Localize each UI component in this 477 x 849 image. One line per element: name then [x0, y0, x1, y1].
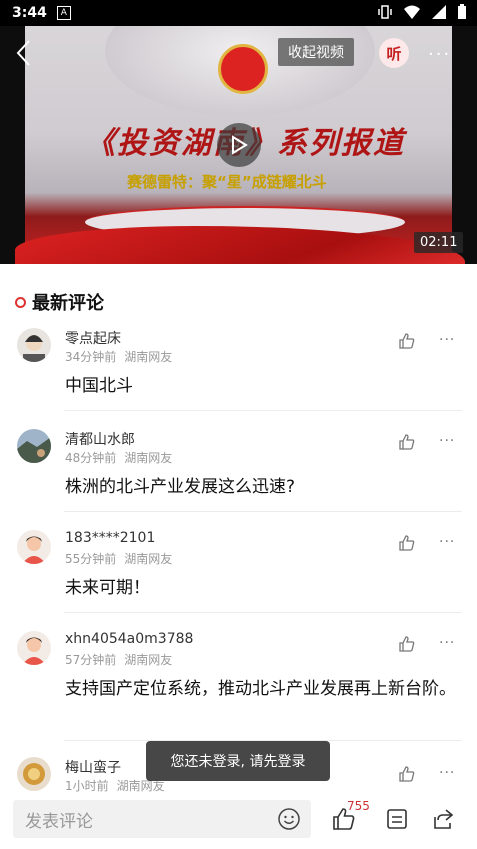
section-title-text: 最新评论 — [32, 293, 104, 314]
vibrate-icon — [378, 5, 392, 19]
comment-location: 湖南网友 — [116, 779, 165, 793]
play-button[interactable] — [217, 123, 261, 167]
comments-list-icon[interactable] — [386, 808, 408, 830]
avatar[interactable] — [17, 429, 51, 463]
comment-time: 57分钟前 — [65, 653, 117, 667]
comment-more-button[interactable]: ··· — [439, 332, 455, 348]
comment-location: 湖南网友 — [124, 552, 173, 566]
status-bar: 3:44 A — [0, 0, 477, 26]
comment-location: 湖南网友 — [124, 653, 173, 667]
video-emblem — [218, 44, 268, 94]
comment-time: 55分钟前 — [65, 552, 117, 566]
collapse-video-button[interactable]: 收起视频 — [278, 38, 354, 66]
back-button[interactable] — [14, 38, 38, 70]
share-icon[interactable] — [432, 808, 454, 830]
more-options-button[interactable]: ··· — [428, 44, 451, 65]
divider — [64, 410, 462, 411]
comment-meta: 34分钟前 湖南网友 — [65, 348, 172, 365]
comment-more-button[interactable]: ··· — [439, 433, 455, 449]
comment-text: 中国北斗 — [65, 376, 133, 396]
comment-text: 株洲的北斗产业发展这么迅速? — [65, 477, 296, 497]
comment-author[interactable]: 183****2101 — [65, 530, 155, 546]
comments-section-title: 最新评论 — [15, 289, 104, 315]
video-duration: 02:11 — [414, 232, 464, 253]
comment-meta: 57分钟前 湖南网友 — [65, 651, 172, 668]
comment-author[interactable]: 梅山蛮子 — [65, 757, 121, 777]
avatar[interactable] — [17, 631, 51, 665]
status-time: 3:44 — [12, 5, 47, 21]
comment-text: 未来可期！ — [65, 578, 150, 598]
battery-icon — [458, 4, 466, 19]
bottom-bar: 发表评论 755 — [0, 795, 477, 849]
play-icon — [232, 135, 248, 155]
notification-a-icon: A — [56, 6, 71, 20]
comment-more-button[interactable]: ··· — [439, 635, 455, 651]
section-dot-icon — [15, 296, 26, 308]
comment-author[interactable]: 零点起床 — [65, 328, 121, 348]
comment-location: 湖南网友 — [124, 451, 173, 465]
video-subline: 赛德雷特：聚“星”成链耀北斗 — [127, 173, 327, 191]
thumbs-up-icon[interactable] — [398, 332, 416, 350]
login-toast: 您还未登录, 请先登录 — [146, 741, 330, 781]
comment-more-button[interactable]: ··· — [439, 534, 455, 550]
status-icons — [377, 4, 467, 20]
thumbs-up-icon[interactable] — [398, 635, 416, 653]
signal-icon — [432, 5, 446, 19]
thumbs-up-icon[interactable] — [398, 765, 416, 783]
video-curtain — [15, 226, 465, 264]
comment-meta: 55分钟前 湖南网友 — [65, 550, 172, 567]
emoji-icon[interactable] — [277, 807, 301, 831]
divider — [64, 612, 462, 613]
comment-meta: 48分钟前 湖南网友 — [65, 449, 172, 466]
comment-time: 34分钟前 — [65, 350, 117, 364]
chevron-left-icon — [16, 40, 30, 66]
comment-text: 支持国产定位系统，推动北斗产业发展再上新台阶。 — [65, 679, 456, 699]
comment-time: 48分钟前 — [65, 451, 117, 465]
avatar[interactable] — [17, 530, 51, 564]
thumbs-up-icon[interactable] — [398, 534, 416, 552]
comment-author[interactable]: 清都山水郎 — [65, 429, 135, 449]
comment-author[interactable]: xhn4054a0m3788 — [65, 631, 193, 647]
comment-more-button[interactable]: ··· — [439, 765, 455, 781]
listen-button[interactable]: 听 — [379, 38, 409, 68]
avatar[interactable] — [17, 328, 51, 362]
wifi-icon — [404, 5, 420, 19]
comment-time: 1小时前 — [65, 779, 109, 793]
divider — [64, 511, 462, 512]
thumbs-up-icon[interactable] — [398, 433, 416, 451]
video-player[interactable]: 《投资湖南》系列报道 赛德雷特：聚“星”成链耀北斗 收起视频 听 ··· 02:… — [0, 26, 477, 264]
avatar[interactable] — [17, 757, 51, 791]
comment-location: 湖南网友 — [124, 350, 173, 364]
like-count: 755 — [347, 799, 370, 813]
comment-input[interactable]: 发表评论 — [13, 800, 311, 838]
